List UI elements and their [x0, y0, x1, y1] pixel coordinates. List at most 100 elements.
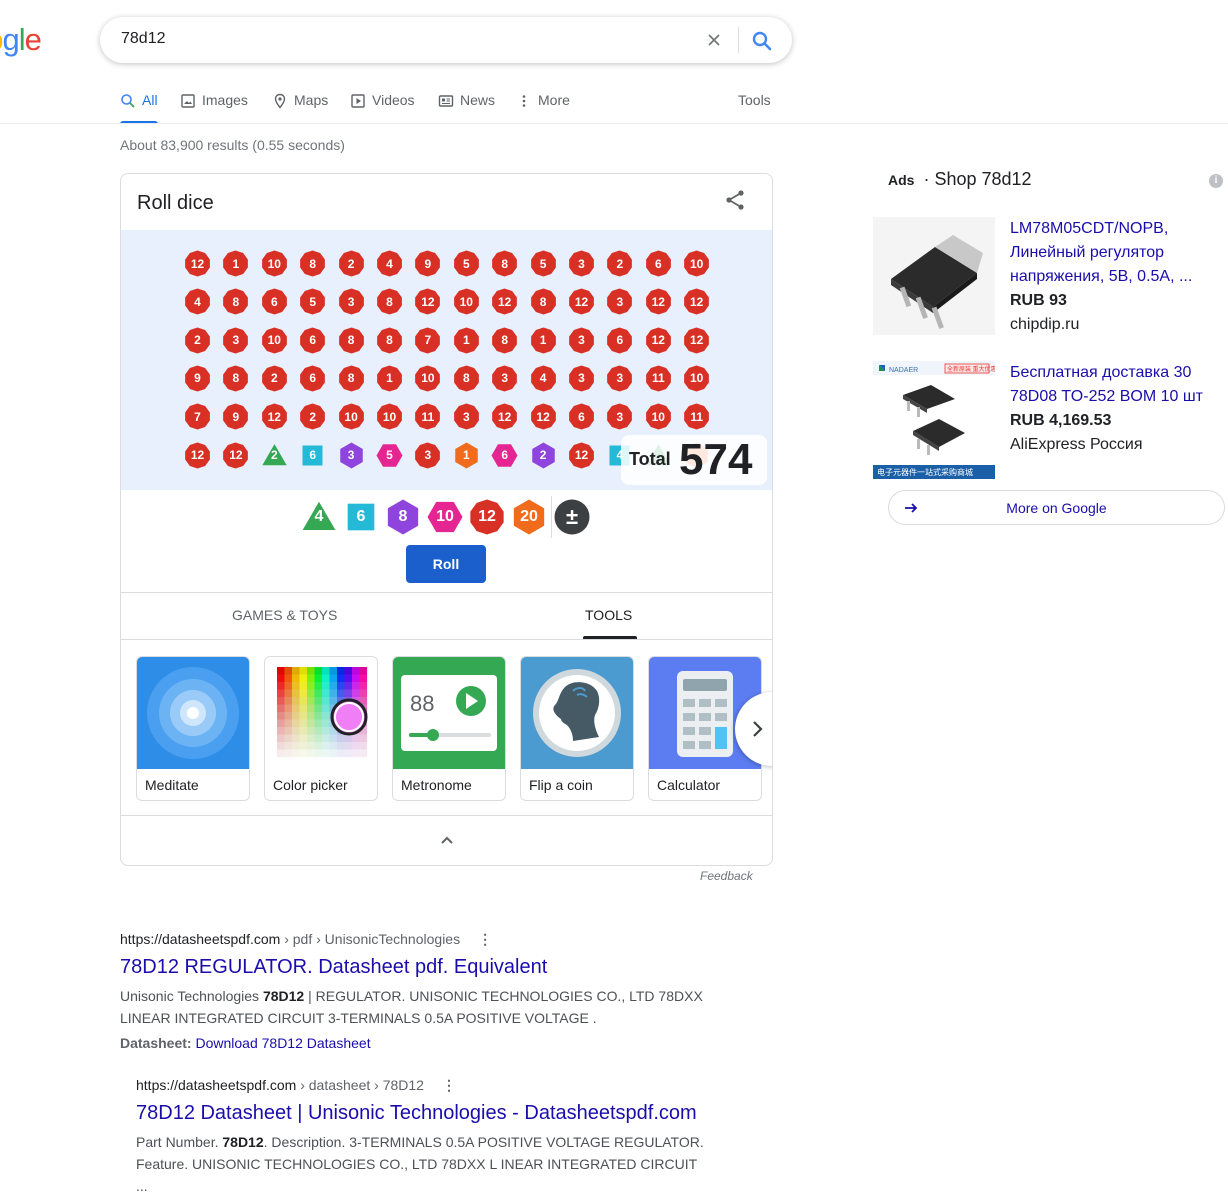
tab-videos[interactable]: Videos [350, 92, 415, 124]
die-value: 10 [421, 371, 435, 386]
die-d10: 6 [491, 442, 518, 469]
die-d12: 2 [261, 365, 288, 392]
result-url[interactable]: https://datasheetspdf.com › pdf › Unison… [120, 931, 720, 948]
meditate-icon [137, 657, 249, 769]
share-icon[interactable] [723, 188, 747, 212]
die-d12: 7 [184, 403, 211, 430]
die-value: 2 [347, 256, 355, 271]
roll-button[interactable]: Roll [406, 545, 486, 583]
die-d12: 8 [376, 327, 403, 354]
die-value: 4 [539, 371, 547, 386]
die-value: 10 [344, 409, 358, 424]
die-d12: 5 [453, 250, 480, 277]
die-value: 2 [616, 256, 624, 271]
shopping-ad[interactable]: LM78M05CDT/NOPB, Линейный регулятор напр… [873, 217, 1223, 337]
clear-icon[interactable] [704, 30, 724, 50]
add-d4-button[interactable]: 4 [301, 499, 337, 535]
die-d12: 8 [491, 327, 518, 354]
die-d12: 10 [645, 403, 672, 430]
dice-roller-card: Roll dice 12 1 10 8 2 4 9 5 8 5 3 2 6 10 4 8 6 5 3 8 12 10 12 8… [120, 173, 773, 866]
download-datasheet-link[interactable]: Download 78D12 Datasheet [195, 1035, 370, 1051]
dice-roll-area[interactable]: 12 1 10 8 2 4 9 5 8 5 3 2 6 10 4 8 6 5 3 8 12 10 12 8 12 3 12 12 2 3 1… [121, 230, 772, 490]
play-icon [351, 94, 365, 108]
info-icon[interactable]: i [1209, 174, 1223, 188]
tile-meditate[interactable]: Meditate [136, 656, 250, 801]
shopping-ad[interactable]: NADAER 全新原装 重大优惠 电子元器件一站式采购商城 Бесплатная… [873, 361, 1223, 481]
die-value: 6 [270, 294, 278, 309]
feedback-link[interactable]: Feedback [700, 869, 753, 883]
color-picker-icon [265, 657, 377, 769]
tab-images[interactable]: Images [180, 92, 248, 124]
tab-maps[interactable]: Maps [272, 92, 328, 124]
tools-button[interactable]: Tools [738, 92, 771, 124]
die-d12: 8 [491, 250, 518, 277]
die-value: 12 [498, 409, 512, 424]
die-d12: 3 [568, 365, 595, 392]
result-title[interactable]: 78D12 Datasheet | Unisonic Technologies … [136, 1102, 706, 1125]
die-value: 4 [386, 256, 393, 271]
die-value: 6 [309, 333, 317, 348]
die-value: 8 [232, 371, 240, 386]
search-icon [121, 94, 135, 108]
tab-all[interactable]: All [120, 92, 158, 124]
tile-metronome[interactable]: 88 Metronome [392, 656, 506, 801]
die-d12: 2 [184, 327, 211, 354]
die-value: 6 [309, 448, 317, 462]
picker-divider [551, 496, 552, 538]
die-value: 12 [574, 294, 589, 309]
card-title: Roll dice [137, 192, 214, 214]
ad-title[interactable]: LM78M05CDT/NOPB, Линейный регулятор напр… [1010, 217, 1215, 289]
more-on-google-label: More on Google [1006, 500, 1107, 516]
add-d8-button[interactable]: 8 [385, 499, 421, 535]
ad-merchant: chipdip.ru [1010, 316, 1080, 333]
die-d12: 4 [376, 250, 403, 277]
tab-more[interactable]: More [516, 92, 570, 124]
tile-color-picker[interactable]: Color picker [264, 656, 378, 801]
chevron-up-icon[interactable] [437, 832, 457, 848]
result-domain: https://datasheetspdf.com [136, 1077, 297, 1093]
ad-price: RUB 93 [1010, 292, 1067, 309]
add-d6-button[interactable]: 6 [343, 499, 379, 535]
more-options-icon[interactable]: ⋮ [442, 1077, 456, 1094]
die-value: 9 [424, 256, 432, 271]
die-d12: 12 [568, 288, 595, 315]
add-d12-button[interactable]: 12 [469, 499, 505, 535]
add-d20-button[interactable]: 20 [511, 499, 547, 535]
result-url[interactable]: https://datasheetspdf.com › datasheet › … [136, 1077, 706, 1094]
more-options-icon[interactable]: ⋮ [478, 931, 492, 948]
die-d12: 3 [338, 288, 365, 315]
die-value: 8 [539, 294, 547, 309]
die-d12: 3 [491, 365, 518, 392]
search-icon[interactable] [750, 29, 774, 53]
plus-minus-button[interactable]: ± [554, 499, 590, 535]
die-d12: 6 [299, 365, 326, 392]
result-title[interactable]: 78D12 REGULATOR. Datasheet pdf. Equivale… [120, 956, 720, 979]
die-d12: 9 [414, 250, 441, 277]
google-logo[interactable]: oogle [0, 22, 42, 58]
die-d12: 6 [645, 250, 672, 277]
add-d10-button[interactable]: 10 [427, 499, 463, 535]
die-value: 2 [539, 448, 547, 462]
die-value: 8 [386, 294, 393, 309]
die-d12: 1 [222, 250, 249, 277]
picker-label: 20 [520, 508, 538, 525]
ad-title[interactable]: Бесплатная доставка 30 78D08 TO-252 BOM … [1010, 361, 1215, 409]
search-input[interactable]: 78d12 [121, 30, 166, 48]
die-value: 4 [194, 294, 201, 309]
header-divider [0, 123, 1228, 124]
more-on-google-button[interactable]: More on Google [888, 490, 1225, 525]
die-d12: 4 [530, 365, 557, 392]
tab-tools[interactable]: TOOLS [585, 607, 632, 623]
tile-flip-a-coin[interactable]: Flip a coin [520, 656, 634, 801]
die-value: 6 [578, 409, 585, 424]
die-value: 2 [309, 409, 317, 424]
search-box[interactable]: 78d12 [100, 17, 792, 63]
die-d12: 8 [338, 365, 365, 392]
tab-games-toys[interactable]: GAMES & TOYS [232, 607, 337, 623]
die-value: 10 [690, 256, 704, 271]
tab-label: Images [202, 92, 248, 108]
die-value: 12 [651, 333, 665, 348]
tab-news[interactable]: News [438, 92, 495, 124]
tab-label: More [538, 92, 570, 108]
die-value: 1 [386, 371, 393, 386]
